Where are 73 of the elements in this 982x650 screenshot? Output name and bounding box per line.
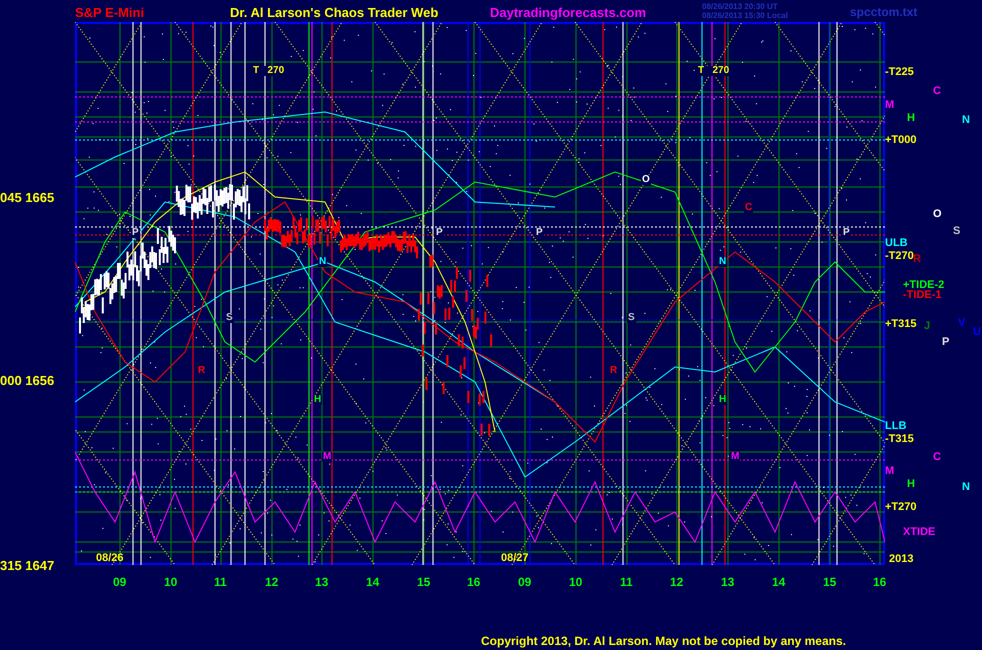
chart-label: LLB xyxy=(885,421,906,432)
chart-label: +T270 xyxy=(885,502,916,513)
chart-label: P xyxy=(535,228,544,238)
chart-label: P xyxy=(942,337,950,348)
chart-label: -T315 xyxy=(885,434,914,445)
chart-label: R xyxy=(913,254,921,265)
hour-label: 16 xyxy=(873,576,886,588)
file-name: spcctom.txt xyxy=(850,6,918,18)
chart-label: XTIDE xyxy=(903,527,936,538)
chart-label: P xyxy=(435,228,444,238)
chart-label: -T270 xyxy=(885,251,914,262)
hour-label: 15 xyxy=(823,576,836,588)
chart-label: -T225 xyxy=(885,67,914,78)
chart-label: M xyxy=(730,452,740,462)
hour-label: 14 xyxy=(772,576,786,588)
chart-label: H xyxy=(907,113,915,124)
hour-label: 10 xyxy=(569,576,582,588)
timestamp-ut: 08/26/2013 20:30 UT xyxy=(702,3,778,11)
site-title: Dr. Al Larson's Chaos Trader Web xyxy=(230,6,438,19)
chart-label: N xyxy=(718,257,728,267)
chart-label: H xyxy=(718,395,728,405)
chart-label: ULB xyxy=(885,238,908,249)
chart-label: T 270 xyxy=(252,66,286,76)
chart-label: M xyxy=(885,100,894,111)
chart-label: S xyxy=(225,313,234,323)
chart-label: S xyxy=(953,226,960,237)
hour-label: 12 xyxy=(670,576,684,588)
chart-label: N xyxy=(962,482,970,493)
chart-label: C xyxy=(933,452,941,463)
chart-label: M xyxy=(322,452,332,462)
chart-label: O xyxy=(641,175,651,185)
chart-label: M xyxy=(885,466,894,477)
date-label: 2013 xyxy=(889,554,914,565)
price-axis-label: 315 1647 xyxy=(0,559,54,572)
copyright-text: Copyright 2013, Dr. Al Larson. May not be copied by any means. xyxy=(481,635,846,647)
hour-label: 09 xyxy=(518,576,532,588)
date-label: 08/27 xyxy=(501,553,529,564)
chart-label: H xyxy=(313,395,322,405)
chart-label: T 270 xyxy=(697,66,730,76)
instrument-title: S&P E-Mini xyxy=(75,6,144,19)
hour-label: 14 xyxy=(366,576,380,588)
hour-label: 11 xyxy=(214,576,227,588)
hour-label: 13 xyxy=(721,576,734,588)
hour-label: 09 xyxy=(113,576,126,588)
chart-label: S xyxy=(627,313,636,323)
price-axis-label: 000 1656 xyxy=(0,374,54,387)
price-axis-label: 045 1665 xyxy=(0,191,54,204)
chart-label: R xyxy=(197,366,206,376)
hour-label: 12 xyxy=(265,576,278,588)
hour-label: 11 xyxy=(620,576,633,588)
chart-label: O xyxy=(933,209,942,220)
chart-label: +TIDE-2 xyxy=(903,280,944,291)
chart-label: +T000 xyxy=(885,135,916,146)
hour-label: 15 xyxy=(417,576,430,588)
site-url: Daytradingforecasts.com xyxy=(490,6,646,19)
chart-label: -TIDE-1 xyxy=(903,290,942,301)
chart-label: P xyxy=(842,228,851,238)
chart-label: V xyxy=(958,318,966,329)
chart-label: N xyxy=(318,257,328,267)
chart-label: C xyxy=(933,86,941,97)
chart-label: N xyxy=(962,115,970,126)
chart-label: +T315 xyxy=(885,319,916,330)
timestamp-local: 08/26/2013 15:30 Local xyxy=(702,12,788,20)
chart-label: R xyxy=(609,366,618,376)
chart-label: H xyxy=(907,479,915,490)
date-label: 08/26 xyxy=(96,553,124,564)
hour-label: 10 xyxy=(164,576,178,588)
chart-label: C xyxy=(744,203,754,213)
chart-label: U xyxy=(973,327,981,338)
chart-label: P xyxy=(131,228,140,238)
hour-label: 13 xyxy=(315,576,328,588)
chart-label: J xyxy=(924,321,930,332)
hour-label: 16 xyxy=(467,576,480,588)
